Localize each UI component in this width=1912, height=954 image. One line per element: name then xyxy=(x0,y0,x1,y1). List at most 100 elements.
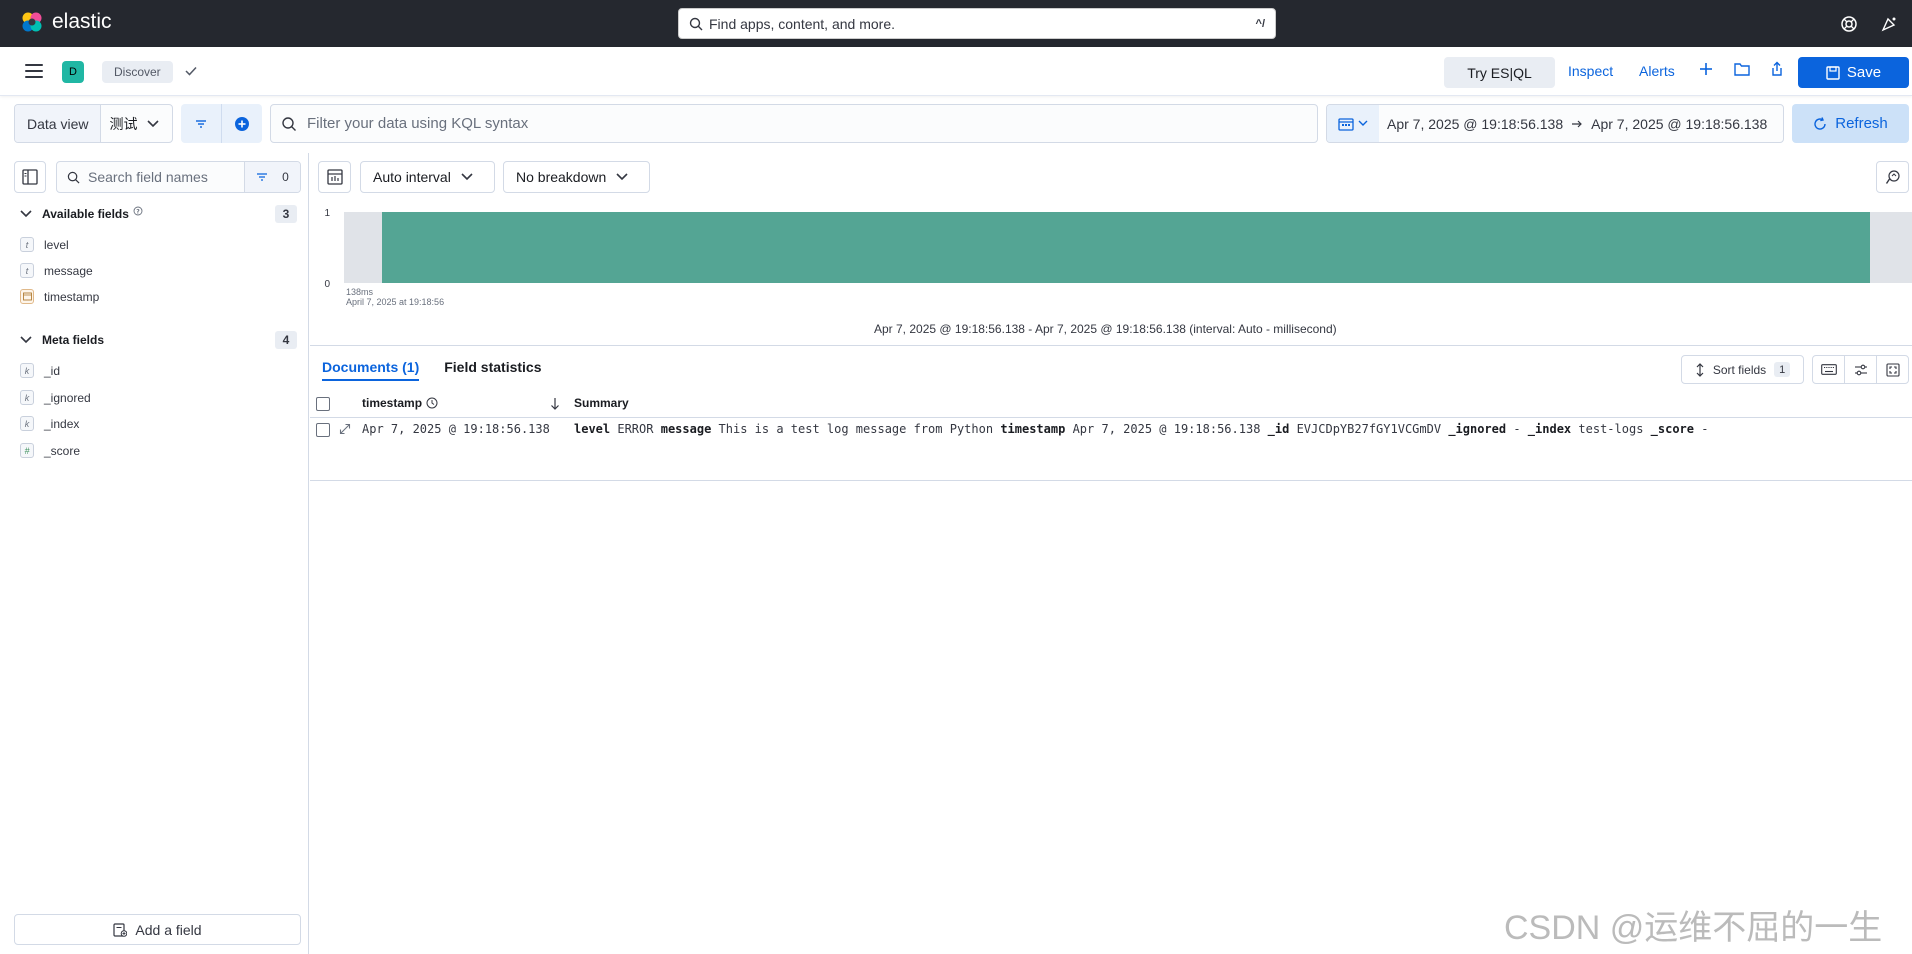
save-label: Save xyxy=(1846,64,1882,81)
meta-fields-count: 4 xyxy=(275,331,297,349)
share-icon[interactable] xyxy=(1770,61,1784,77)
field-name: timestamp xyxy=(44,289,100,304)
x-tick-date-label: April 7, 2025 at 19:18:56 xyxy=(346,297,444,307)
global-search-placeholder: Find apps, content, and more. xyxy=(709,15,895,32)
brand-name: elastic xyxy=(52,10,112,33)
chevron-down-icon xyxy=(461,173,473,181)
summary-value-message: This is a test log message from Python xyxy=(718,422,994,436)
summary-value-id: EVJCDpYB27fGY1VCGmDV xyxy=(1296,422,1442,436)
display-settings-icon[interactable] xyxy=(1845,356,1877,383)
field-item-timestamp[interactable]: timestamp xyxy=(20,289,99,304)
field-item-score[interactable]: # _score xyxy=(20,443,80,458)
results-tabs: Documents (1) Field statistics xyxy=(322,359,542,381)
search-shortcut-hint: ^/ xyxy=(1255,17,1265,30)
help-icon[interactable] xyxy=(1838,13,1860,35)
field-name: level xyxy=(44,237,69,252)
new-plus-icon[interactable] xyxy=(1699,62,1713,76)
summary-key-score: _score xyxy=(1650,422,1695,436)
data-view-value: 测试 xyxy=(109,115,138,132)
calendar-icon xyxy=(1338,117,1354,131)
keyword-type-icon: k xyxy=(20,416,34,431)
ai-assistant-button[interactable] xyxy=(1876,161,1909,193)
breadcrumb-discover[interactable]: Discover xyxy=(102,61,173,83)
table-row[interactable]: Apr 7, 2025 @ 19:18:56.138 level ERROR m… xyxy=(310,417,1912,481)
add-field-icon xyxy=(113,922,128,937)
open-folder-icon[interactable] xyxy=(1734,62,1750,76)
collapse-sidebar-button[interactable] xyxy=(14,161,46,193)
alerts-button[interactable]: Alerts xyxy=(1639,63,1675,79)
row-checkbox[interactable] xyxy=(316,423,330,437)
add-field-button[interactable]: Add a field xyxy=(14,914,301,945)
meta-fields-label: Meta fields xyxy=(42,333,105,347)
inspect-button[interactable]: Inspect xyxy=(1568,63,1613,79)
keyboard-shortcuts-icon[interactable] xyxy=(1813,356,1845,383)
data-view-picker[interactable]: Data view 测试 xyxy=(14,104,173,143)
meta-fields-header[interactable]: Meta fields 4 xyxy=(20,331,297,349)
field-item-ignored[interactable]: k _ignored xyxy=(20,390,91,405)
global-search-input[interactable]: Find apps, content, and more. ^/ xyxy=(678,8,1276,39)
data-view-label: Data view xyxy=(15,105,102,142)
refresh-icon xyxy=(1814,116,1826,130)
sort-fields-count: 1 xyxy=(1774,362,1791,377)
chart-options-button[interactable] xyxy=(318,161,351,193)
available-fields-header[interactable]: Available fields ? 3 xyxy=(20,205,297,223)
grid-header: timestamp Summary xyxy=(310,390,1912,418)
summary-value-score: - xyxy=(1701,422,1709,436)
y-tick-label: 0 xyxy=(324,279,330,290)
field-filter-button[interactable]: 0 xyxy=(244,162,300,192)
menu-icon[interactable] xyxy=(25,64,43,78)
date-end[interactable]: Apr 7, 2025 @ 19:18:56.138 xyxy=(1583,116,1775,132)
space-avatar[interactable]: D xyxy=(62,61,84,83)
chevron-down-icon xyxy=(20,336,32,344)
chart-settings-icon xyxy=(1885,170,1900,184)
interval-label: Auto interval xyxy=(373,169,451,185)
sort-fields-button[interactable]: Sort fields 1 xyxy=(1681,355,1804,384)
sort-descending-icon[interactable] xyxy=(550,397,560,410)
search-icon xyxy=(67,171,80,183)
field-item-message[interactable]: t message xyxy=(20,263,93,278)
string-type-icon: t xyxy=(20,263,34,278)
field-item-index[interactable]: k _index xyxy=(20,416,79,431)
save-icon xyxy=(1826,65,1840,80)
elastic-logo[interactable]: elastic xyxy=(20,10,112,34)
interval-select[interactable]: Auto interval xyxy=(360,161,495,193)
tab-documents[interactable]: Documents (1) xyxy=(322,359,420,381)
column-header-summary[interactable]: Summary xyxy=(574,396,629,410)
try-esql-button[interactable]: Try ES|QL xyxy=(1444,57,1555,88)
date-type-icon xyxy=(20,289,34,304)
field-search[interactable]: Search field names 0 xyxy=(56,161,301,193)
arrow-right-icon xyxy=(1572,120,1582,127)
available-fields-label: Available fields xyxy=(42,207,129,221)
filter-menu-icon[interactable] xyxy=(181,104,222,143)
expand-row-icon[interactable] xyxy=(339,423,351,435)
field-item-level[interactable]: t level xyxy=(20,237,69,252)
chevron-down-icon xyxy=(616,173,628,181)
info-icon[interactable]: ? xyxy=(133,206,143,216)
grid-toolbar xyxy=(1812,355,1909,384)
filter-icon xyxy=(257,173,268,181)
news-feed-icon[interactable] xyxy=(1878,13,1900,35)
summary-key-message: message xyxy=(660,422,712,436)
summary-key-id: _id xyxy=(1267,422,1290,436)
date-picker[interactable]: Apr 7, 2025 @ 19:18:56.138 Apr 7, 2025 @… xyxy=(1326,104,1784,143)
summary-key-level: level xyxy=(574,422,611,436)
sort-icon xyxy=(1696,362,1704,377)
row-summary: level ERROR message This is a test log m… xyxy=(574,422,1708,436)
search-icon xyxy=(282,116,296,131)
date-start[interactable]: Apr 7, 2025 @ 19:18:56.138 xyxy=(1379,116,1571,132)
kql-search-input[interactable]: Filter your data using KQL syntax xyxy=(270,104,1318,143)
fullscreen-icon[interactable] xyxy=(1877,356,1908,383)
select-all-checkbox[interactable] xyxy=(316,397,330,411)
quick-menu-button[interactable] xyxy=(1327,105,1379,142)
column-header-timestamp-label: timestamp xyxy=(362,396,423,410)
add-filter-icon[interactable] xyxy=(222,104,262,143)
save-button[interactable]: Save xyxy=(1798,57,1909,88)
refresh-button[interactable]: Refresh xyxy=(1792,104,1909,143)
search-icon xyxy=(689,17,703,30)
tab-field-statistics[interactable]: Field statistics xyxy=(444,359,541,381)
breakdown-select[interactable]: No breakdown xyxy=(503,161,650,193)
field-item-id[interactable]: k _id xyxy=(20,363,60,378)
column-header-timestamp[interactable]: timestamp xyxy=(362,396,438,410)
summary-value-timestamp: Apr 7, 2025 @ 19:18:56.138 xyxy=(1072,422,1261,436)
elastic-logo-icon xyxy=(22,12,42,32)
